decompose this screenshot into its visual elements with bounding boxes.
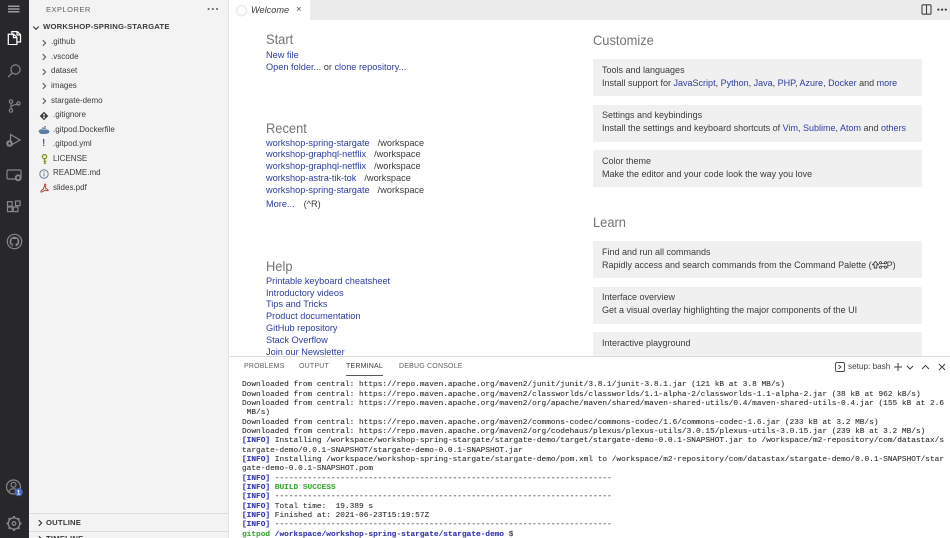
svg-text:1: 1 [17, 490, 21, 497]
